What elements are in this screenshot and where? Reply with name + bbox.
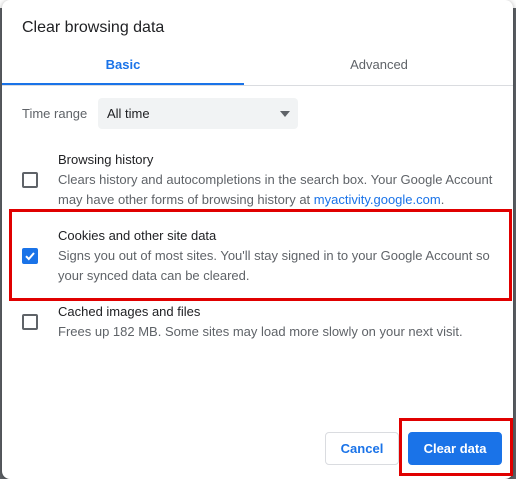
cached-images-checkbox[interactable] [22,314,38,330]
browsing-history-description-end: . [440,192,445,207]
tab-advanced[interactable]: Advanced [257,48,501,84]
tab-bar: Basic Advanced [2,48,513,86]
myactivity-link[interactable]: myactivity.google.com [314,192,441,207]
cancel-button[interactable]: Cancel [325,432,399,465]
time-range-label: Time range [22,106,88,121]
cookies-title: Cookies and other site data [58,228,217,243]
clear-data-button[interactable]: Clear data [408,432,502,465]
dialog-title: Clear browsing data [22,19,165,36]
clear-browsing-data-dialog: Clear browsing data Basic Advanced Time … [2,0,513,479]
tab-basic[interactable]: Basic [2,48,244,85]
dropdown-arrow-icon [280,111,290,117]
cached-images-title: Cached images and files [58,304,201,319]
time-range-value: All time [107,106,150,121]
browsing-history-description: Clears history and autocompletions in th… [58,170,498,210]
time-range-select[interactable]: All time [98,98,298,129]
browsing-history-title: Browsing history [58,152,154,167]
checkmark-icon [25,252,35,261]
cookies-description: Signs you out of most sites. You'll stay… [58,248,490,283]
browsing-history-checkbox[interactable] [22,172,38,188]
tab-basic-label: Basic [105,57,141,72]
tab-selected-indicator [2,83,244,85]
tab-advanced-label: Advanced [350,57,408,72]
cookies-checkbox[interactable] [22,248,38,264]
cached-images-description: Frees up 182 MB. Some sites may load mor… [58,324,463,339]
